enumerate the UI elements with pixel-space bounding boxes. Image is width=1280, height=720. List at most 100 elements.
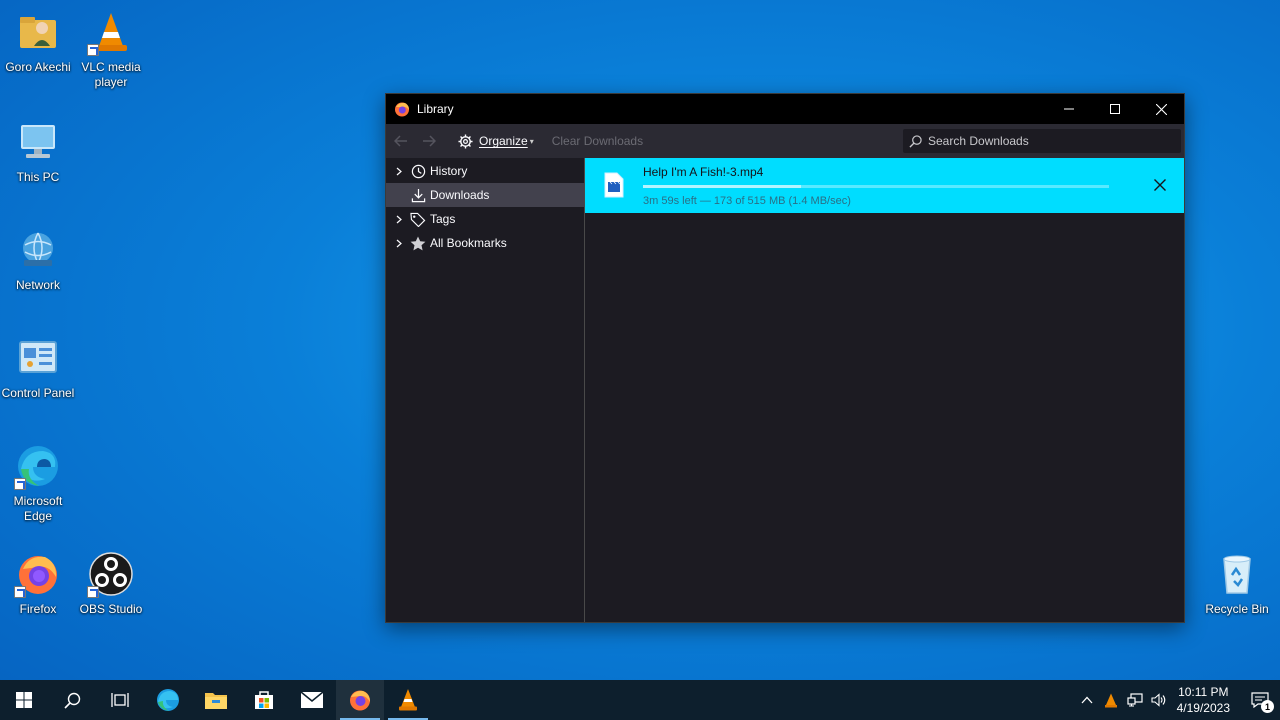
desktop-icon-recycle-bin[interactable]: Recycle Bin (1199, 550, 1275, 617)
sidebar-item-downloads[interactable]: Downloads (386, 183, 584, 207)
window-titlebar[interactable]: Library (386, 94, 1184, 124)
desktop-icon-label: This PC (16, 170, 60, 184)
computer-icon (14, 118, 62, 166)
search-input[interactable] (928, 134, 1168, 148)
store-bag-icon (255, 691, 273, 709)
window-title: Library (417, 102, 454, 116)
close-button[interactable] (1138, 94, 1184, 124)
desktop-icon-label: Microsoft Edge (13, 494, 63, 523)
chevron-right-icon[interactable] (393, 215, 405, 224)
library-window: Library Organize ▾ Clear Downloads Searc… (385, 93, 1185, 623)
search-button[interactable] (48, 680, 96, 720)
clear-downloads-button[interactable]: Clear Downloads (552, 134, 643, 148)
desktop-icon-label: Goro Akechi (5, 60, 71, 74)
sidebar-item-label: History (430, 164, 468, 178)
close-icon (1154, 179, 1166, 191)
action-center-button[interactable]: 1 (1240, 680, 1280, 720)
windows-logo-icon (16, 692, 32, 708)
task-view-icon (111, 693, 129, 707)
taskbar: 10:11 PM 4/19/2023 1 (0, 680, 1280, 720)
download-item[interactable]: Help I'm A Fish!-3.mp4 3m 59s left — 173… (585, 158, 1184, 213)
chevron-right-icon[interactable] (393, 167, 405, 176)
sidebar-item-history[interactable]: History (386, 159, 584, 183)
vlc-icon (1104, 693, 1117, 707)
firefox-icon (14, 550, 62, 598)
tag-icon (410, 211, 426, 227)
user-folder-icon (14, 8, 62, 56)
taskbar-edge[interactable] (144, 680, 192, 720)
desktop-icon-label: Control Panel (1, 386, 75, 400)
obs-icon (87, 550, 135, 598)
download-icon (410, 187, 426, 203)
sidebar-item-label: All Bookmarks (430, 236, 507, 250)
edge-icon (157, 689, 179, 711)
minimize-button[interactable] (1046, 94, 1092, 124)
search-icon (909, 134, 922, 148)
cancel-download-button[interactable] (1150, 175, 1170, 195)
download-progress-bar (643, 185, 1109, 188)
download-status: 3m 59s left — 173 of 515 MB (1.4 MB/sec) (643, 195, 851, 207)
gear-icon (458, 133, 473, 149)
search-icon (63, 692, 80, 709)
desktop-icon-network[interactable]: Network (0, 226, 76, 293)
taskbar-clock[interactable]: 10:11 PM 4/19/2023 (1177, 684, 1230, 716)
organize-label: Organize (479, 134, 528, 148)
forward-arrow-icon (423, 135, 436, 147)
shortcut-arrow-icon (14, 586, 26, 598)
library-sidebar: History Downloads Tags All Bookmarks (386, 158, 585, 622)
library-body: History Downloads Tags All Bookmarks Hel… (386, 158, 1184, 622)
vlc-icon (399, 689, 417, 711)
organize-button[interactable]: Organize ▾ (454, 129, 538, 153)
forward-button[interactable] (416, 129, 442, 153)
sidebar-item-label: Downloads (430, 188, 490, 202)
tray-volume[interactable] (1147, 680, 1171, 720)
taskbar-mail[interactable] (288, 680, 336, 720)
sidebar-item-all-bookmarks[interactable]: All Bookmarks (386, 231, 584, 255)
tray-network[interactable] (1123, 680, 1147, 720)
video-file-icon (604, 172, 624, 198)
taskbar-file-explorer[interactable] (192, 680, 240, 720)
firefox-icon (394, 101, 410, 117)
shortcut-arrow-icon (87, 586, 99, 598)
desktop-icon-firefox[interactable]: Firefox (0, 550, 76, 617)
back-arrow-icon (394, 135, 407, 147)
mail-icon (300, 691, 324, 708)
chevron-up-icon (1081, 696, 1093, 704)
chevron-right-icon[interactable] (393, 239, 405, 248)
chevron-down-icon: ▾ (529, 136, 534, 146)
start-button[interactable] (0, 680, 48, 720)
maximize-button[interactable] (1092, 94, 1138, 124)
clock-date: 4/19/2023 (1176, 701, 1230, 715)
firefox-icon (350, 690, 370, 711)
tray-vlc[interactable] (1099, 680, 1123, 720)
clock-icon (410, 163, 426, 179)
edge-icon (14, 442, 62, 490)
clock-time: 10:11 PM (1178, 685, 1229, 699)
library-toolbar: Organize ▾ Clear Downloads (386, 124, 1184, 158)
taskbar-firefox[interactable] (336, 680, 384, 720)
speaker-icon (1151, 693, 1165, 707)
network-icon (14, 226, 62, 274)
show-hidden-icons-button[interactable] (1075, 680, 1099, 720)
star-icon (410, 235, 426, 251)
recycle-bin-icon (1213, 550, 1261, 598)
taskbar-store[interactable] (240, 680, 288, 720)
desktop-icon-control-panel[interactable]: Control Panel (0, 334, 76, 401)
desktop-icon-label: Firefox (19, 602, 57, 616)
back-button[interactable] (388, 129, 414, 153)
desktop-icon-label: VLC media player (81, 60, 141, 89)
desktop-icon-vlc[interactable]: VLC media player (73, 8, 149, 90)
desktop-icon-edge[interactable]: Microsoft Edge (0, 442, 76, 524)
desktop-icon-user-folder[interactable]: Goro Akechi (0, 8, 76, 75)
control-panel-icon (14, 334, 62, 382)
desktop-icon-this-pc[interactable]: This PC (0, 118, 76, 185)
desktop-icon-obs[interactable]: OBS Studio (73, 550, 149, 617)
task-view-button[interactable] (96, 680, 144, 720)
system-tray: 10:11 PM 4/19/2023 1 (1075, 680, 1280, 720)
vlc-icon (87, 8, 135, 56)
sidebar-item-tags[interactable]: Tags (386, 207, 584, 231)
search-box[interactable] (903, 129, 1181, 153)
download-filename: Help I'm A Fish!-3.mp4 (643, 165, 764, 179)
shortcut-arrow-icon (87, 44, 99, 56)
taskbar-vlc[interactable] (384, 680, 432, 720)
